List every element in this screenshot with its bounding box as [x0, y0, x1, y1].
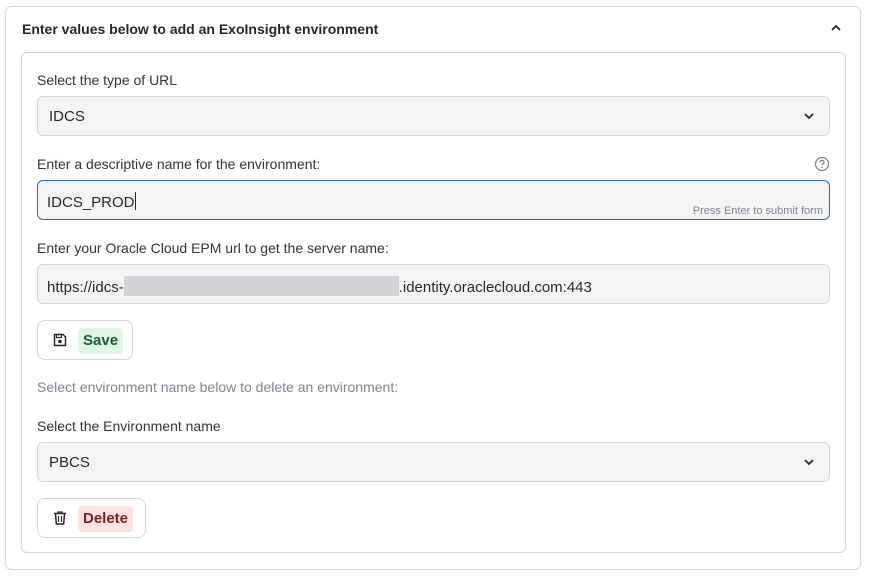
env-select[interactable]: PBCS — [37, 442, 830, 482]
text-caret — [134, 192, 136, 210]
env-name-value: IDCS_PROD — [47, 194, 135, 211]
chevron-down-icon — [804, 459, 814, 466]
delete-button[interactable]: Delete — [37, 498, 146, 538]
help-icon[interactable] — [814, 156, 830, 172]
redacted-block — [123, 276, 399, 296]
epm-url-prefix: https://idcs- — [47, 279, 124, 296]
delete-hint: Select environment name below to delete … — [37, 379, 399, 395]
chevron-down-icon — [804, 113, 814, 120]
url-type-label: Select the type of URL — [37, 72, 178, 88]
expander-title[interactable]: Enter values below to add an ExoInsight … — [22, 21, 378, 37]
env-select-value: PBCS — [49, 454, 90, 471]
epm-url-suffix: .identity.oraclecloud.com:443 — [398, 279, 592, 296]
env-name-input[interactable]: IDCS_PROD Press Enter to submit form — [37, 180, 830, 220]
trash-icon — [54, 511, 66, 525]
env-select-label: Select the Environment name — [37, 418, 221, 434]
chevron-up-icon[interactable] — [830, 23, 842, 33]
url-type-value: IDCS — [49, 108, 85, 125]
env-name-label: Enter a descriptive name for the environ… — [37, 156, 321, 172]
delete-button-label: Delete — [78, 506, 134, 532]
save-button[interactable]: Save — [37, 320, 133, 360]
save-button-label: Save — [78, 328, 124, 354]
epm-url-input[interactable]: https://idcs- .identity.oraclecloud.com:4… — [37, 264, 830, 304]
epm-url-label: Enter your Oracle Cloud EPM url to get t… — [37, 240, 389, 256]
save-icon — [53, 333, 67, 347]
press-enter-hint: Press Enter to submit form — [692, 205, 823, 217]
url-type-select[interactable]: IDCS — [37, 96, 830, 136]
